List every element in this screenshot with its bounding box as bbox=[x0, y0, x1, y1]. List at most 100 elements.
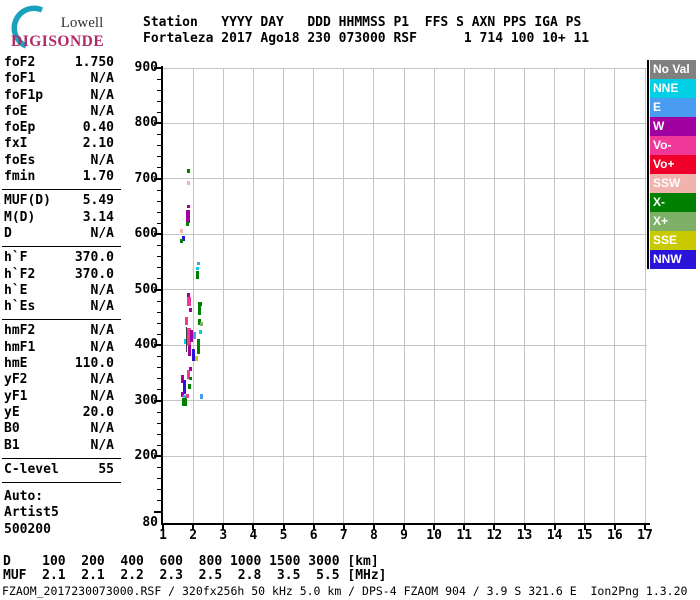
y-minor-tick bbox=[157, 278, 161, 280]
y-minor-tick bbox=[157, 111, 161, 113]
echo-mark-ssw bbox=[180, 228, 184, 233]
grid-line-vertical bbox=[283, 68, 284, 523]
y-minor-tick bbox=[157, 367, 161, 369]
x-tick-label: 15 bbox=[576, 528, 593, 543]
echo-mark-x- bbox=[195, 271, 199, 279]
grid-line-vertical bbox=[343, 68, 345, 523]
y-minor-tick bbox=[157, 189, 161, 191]
legend-item-vo+: Vo+ bbox=[650, 155, 696, 174]
echo-mark-w bbox=[189, 308, 193, 313]
echo-mark-x+ bbox=[200, 322, 204, 326]
echo-mark-nne bbox=[198, 330, 202, 335]
y-minor-tick bbox=[157, 200, 161, 202]
echo-marker-line bbox=[185, 326, 187, 353]
y-tick-label: 80 bbox=[142, 515, 158, 530]
y-tick-label: 800 bbox=[134, 115, 158, 131]
legend-item-nne: NNE bbox=[650, 79, 696, 98]
y-major-tick bbox=[154, 510, 161, 513]
x-tick-label: 6 bbox=[309, 528, 318, 543]
x-tick-label: 9 bbox=[400, 528, 408, 543]
y-minor-tick bbox=[157, 245, 161, 247]
x-tick-label: 1 bbox=[159, 528, 167, 543]
x-tick-label: 8 bbox=[369, 528, 378, 543]
grid-line-horizontal bbox=[163, 344, 647, 346]
x-tick-label: 12 bbox=[486, 528, 503, 543]
legend-item-vo-: Vo- bbox=[650, 136, 696, 155]
x-tick-label: 2 bbox=[189, 528, 198, 543]
grid-line-horizontal bbox=[163, 178, 647, 180]
grid-line-horizontal bbox=[163, 400, 647, 402]
grid-line-vertical bbox=[614, 68, 616, 523]
grid-line-vertical bbox=[252, 68, 254, 523]
grid-line-horizontal bbox=[163, 233, 647, 235]
x-tick-label: 3 bbox=[219, 528, 228, 543]
x-tick-label: 17 bbox=[637, 528, 653, 543]
x-tick-label: 4 bbox=[249, 528, 258, 543]
y-minor-tick bbox=[157, 389, 161, 391]
y-minor-tick bbox=[157, 78, 161, 80]
grid-line-horizontal bbox=[163, 67, 647, 69]
echo-mark-x- bbox=[187, 383, 191, 390]
y-minor-tick bbox=[157, 356, 161, 358]
digisonde-ionogram-viewer: Lowell DIGISONDE Station YYYY DAY DDD HH… bbox=[0, 0, 700, 600]
legend-item-sse: SSE bbox=[650, 231, 696, 250]
x-tick-label: 5 bbox=[279, 528, 288, 543]
y-minor-tick bbox=[157, 256, 161, 258]
echo-mark-x- bbox=[197, 301, 201, 315]
echo-mark-w bbox=[186, 205, 190, 209]
echo-mark-vo- bbox=[186, 297, 191, 307]
echo-mark-w bbox=[187, 345, 191, 356]
y-minor-tick bbox=[157, 156, 161, 158]
grid-line-vertical bbox=[584, 68, 586, 523]
x-tick-label: 16 bbox=[607, 528, 623, 543]
x-tick-label: 11 bbox=[456, 528, 473, 543]
echo-mark-e bbox=[200, 394, 204, 399]
x-tick-label: 10 bbox=[426, 528, 442, 543]
y-minor-tick bbox=[157, 433, 161, 435]
y-minor-tick bbox=[157, 444, 161, 446]
legend-item-ssw: SSW bbox=[650, 174, 696, 193]
y-minor-tick bbox=[157, 311, 161, 313]
grid-line-vertical bbox=[433, 68, 435, 523]
y-tick-label: 700 bbox=[134, 170, 158, 186]
y-minor-tick bbox=[157, 378, 161, 380]
echo-mark-sse bbox=[195, 355, 199, 361]
y-tick-label: 900 bbox=[134, 60, 158, 75]
grid-line-vertical bbox=[403, 68, 405, 523]
y-minor-tick bbox=[157, 411, 161, 413]
y-minor-tick bbox=[157, 467, 161, 468]
x-tick-label: 14 bbox=[546, 528, 563, 543]
y-minor-tick bbox=[157, 300, 161, 302]
x-tick-label: 7 bbox=[339, 528, 348, 543]
echo-mark-x- bbox=[181, 398, 187, 406]
grid-line-vertical bbox=[313, 68, 315, 523]
legend-item-x+: X+ bbox=[650, 212, 696, 231]
echo-mark-x- bbox=[185, 222, 189, 227]
echo-mark-nnw bbox=[191, 348, 195, 361]
y-tick-label: 500 bbox=[134, 281, 158, 297]
grid-line-vertical bbox=[493, 68, 495, 523]
y-minor-tick bbox=[157, 489, 161, 491]
y-minor-tick bbox=[157, 478, 161, 480]
y-minor-tick bbox=[157, 222, 161, 224]
legend-item-e: E bbox=[650, 98, 696, 117]
legend-item-no-val: No Val bbox=[650, 60, 696, 79]
y-minor-tick bbox=[157, 167, 161, 169]
echo-mark-vo- bbox=[184, 316, 188, 325]
muf-values-row: MUF 2.1 2.1 2.2 2.3 2.5 2.8 3.5 5.5 [MHz… bbox=[3, 568, 387, 583]
grid-line-vertical bbox=[222, 68, 224, 523]
grid-line-horizontal bbox=[163, 289, 647, 291]
grid-line-vertical bbox=[463, 68, 465, 523]
direction-legend: No Val NNE E W Vo- Vo+ SSW X- X+ SSE NNW bbox=[647, 60, 696, 269]
y-minor-tick bbox=[157, 322, 161, 324]
y-minor-tick bbox=[157, 89, 161, 91]
legend-item-nnw: NNW bbox=[650, 250, 696, 269]
echo-mark-w bbox=[190, 329, 194, 342]
echo-mark-x- bbox=[196, 339, 200, 355]
grid-line-horizontal bbox=[163, 455, 647, 457]
y-minor-tick bbox=[157, 333, 161, 335]
y-minor-tick bbox=[157, 267, 161, 269]
legend-item-x-: X- bbox=[650, 193, 696, 212]
y-minor-tick bbox=[157, 134, 161, 136]
y-tick-label: 300 bbox=[134, 392, 158, 408]
